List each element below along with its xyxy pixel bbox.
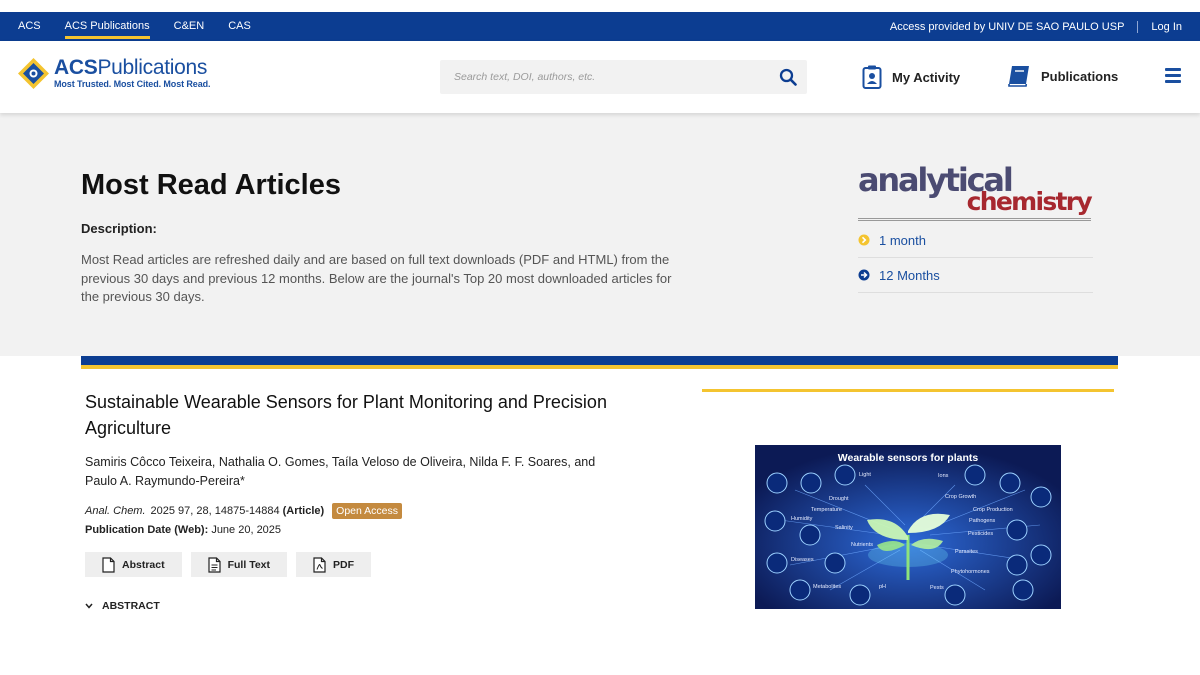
toc-label: Humidity xyxy=(791,516,813,522)
period-label: 1 month xyxy=(879,232,926,248)
toc-rule xyxy=(702,389,1114,392)
article-citation: Anal. Chem. 2025 97, 28, 14875-14884 (Ar… xyxy=(85,503,403,519)
book-icon xyxy=(1008,66,1029,87)
toc-label: Parasites xyxy=(955,549,978,555)
toc-label: Crop Production xyxy=(973,507,1013,513)
publication-date-value: June 20, 2025 xyxy=(211,524,282,536)
global-top-bar: ACS ACS Publications C&EN CAS Access pro… xyxy=(0,12,1200,41)
document-icon xyxy=(102,556,115,573)
toc-label: Temperature xyxy=(811,507,842,513)
my-activity-label: My Activity xyxy=(892,69,961,85)
period-item-1-month[interactable]: 1 month xyxy=(858,223,1093,258)
open-access-badge: Open Access xyxy=(332,503,403,519)
arrow-circle-icon xyxy=(858,269,870,281)
nav-link-cen[interactable]: C&EN xyxy=(174,12,205,41)
menu-icon[interactable] xyxy=(1165,68,1181,83)
page-title: Most Read Articles xyxy=(81,169,341,201)
acs-logo-icon xyxy=(18,58,49,89)
access-provider-text: Access provided by UNIV DE SAO PAULO USP xyxy=(889,20,1125,33)
section-stripe-gold xyxy=(81,365,1118,369)
clipboard-user-icon xyxy=(862,65,882,89)
article-type: (Article) xyxy=(282,505,325,517)
acs-publications-logo[interactable]: ACSPublications Most Trusted. Most Cited… xyxy=(17,56,211,90)
site-header: ACSPublications Most Trusted. Most Cited… xyxy=(0,41,1200,113)
page-hero: Most Read Articles Description: Most Rea… xyxy=(0,113,1200,356)
section-stripe-blue xyxy=(81,356,1118,365)
logo-acs-text: ACS xyxy=(54,56,98,79)
toc-title: Wearable sensors for plants xyxy=(837,452,979,464)
toc-label: Diseases xyxy=(791,557,814,563)
pdf-button-label: PDF xyxy=(333,558,354,571)
journal-logo-rule xyxy=(858,218,1091,221)
toc-label: Salinity xyxy=(835,525,853,531)
description-text: Most Read articles are refreshed daily a… xyxy=(81,252,672,304)
divider xyxy=(1137,20,1139,33)
login-link[interactable]: Log In xyxy=(1151,21,1182,33)
journal-logo-line2: chemistry xyxy=(966,187,1093,216)
document-text-icon xyxy=(208,556,221,573)
abstract-toggle[interactable]: ABSTRACT xyxy=(85,600,160,612)
search-icon[interactable] xyxy=(779,68,797,86)
article-title[interactable]: Sustainable Wearable Sensors for Plant M… xyxy=(85,389,645,441)
toc-label: pH xyxy=(879,584,887,590)
article-authors: Samiris Côcco Teixeira, Nathalia O. Gome… xyxy=(85,455,596,488)
search-bar xyxy=(440,60,807,94)
toc-label: Pathogens xyxy=(969,518,996,524)
publications-label: Publications xyxy=(1041,68,1119,84)
toc-label: Phytohormones xyxy=(951,569,990,575)
publications-link[interactable]: Publications xyxy=(1007,65,1118,87)
toc-label: Nutrients xyxy=(851,542,874,548)
journal-abbrev: Anal. Chem. xyxy=(85,505,146,517)
period-list: 1 month 12 Months xyxy=(858,223,1093,293)
full-text-button[interactable]: Full Text xyxy=(190,552,287,577)
arrow-circle-icon xyxy=(858,234,870,246)
toc-label: Pests xyxy=(930,585,944,591)
abstract-button[interactable]: Abstract xyxy=(85,552,182,577)
pdf-icon xyxy=(313,556,326,573)
toc-label: Pesticides xyxy=(968,531,994,537)
pdf-button[interactable]: PDF xyxy=(296,552,371,577)
chevron-down-icon xyxy=(85,603,93,609)
period-item-12-months[interactable]: 12 Months xyxy=(858,258,1093,293)
abstract-toggle-label: ABSTRACT xyxy=(102,600,160,612)
full-text-button-label: Full Text xyxy=(227,558,270,571)
toc-label: Metabolites xyxy=(813,584,842,590)
nav-link-cas[interactable]: CAS xyxy=(228,12,251,41)
logo-tagline: Most Trusted. Most Cited. Most Read. xyxy=(54,79,211,89)
nav-link-acs[interactable]: ACS xyxy=(18,12,41,41)
abstract-button-label: Abstract xyxy=(122,558,165,571)
search-input[interactable] xyxy=(440,60,760,94)
toc-graphic[interactable]: Wearable sensors for plants Light Ions D… xyxy=(755,445,1061,609)
nav-link-acs-publications[interactable]: ACS Publications xyxy=(64,12,150,41)
description-label: Description: xyxy=(81,221,157,236)
article-actions: Abstract Full Text PDF xyxy=(85,552,380,577)
journal-logo[interactable]: analytical chemistry xyxy=(858,164,1093,223)
toc-label: Drought xyxy=(829,496,849,502)
publication-date: Publication Date (Web): June 20, 2025 xyxy=(85,524,281,536)
toc-label: Light xyxy=(859,472,871,478)
my-activity-link[interactable]: My Activity xyxy=(862,65,960,89)
toc-label: Crop Growth xyxy=(945,494,977,500)
period-label: 12 Months xyxy=(879,267,940,283)
toc-label: Ions xyxy=(938,473,949,479)
logo-publications-text: Publications xyxy=(97,56,208,79)
global-nav: ACS ACS Publications C&EN CAS xyxy=(18,12,275,41)
toc-background-art xyxy=(755,445,1061,609)
publication-date-label: Publication Date (Web): xyxy=(85,524,209,536)
citation-text: 2025 97, 28, 14875-14884 xyxy=(150,505,280,517)
